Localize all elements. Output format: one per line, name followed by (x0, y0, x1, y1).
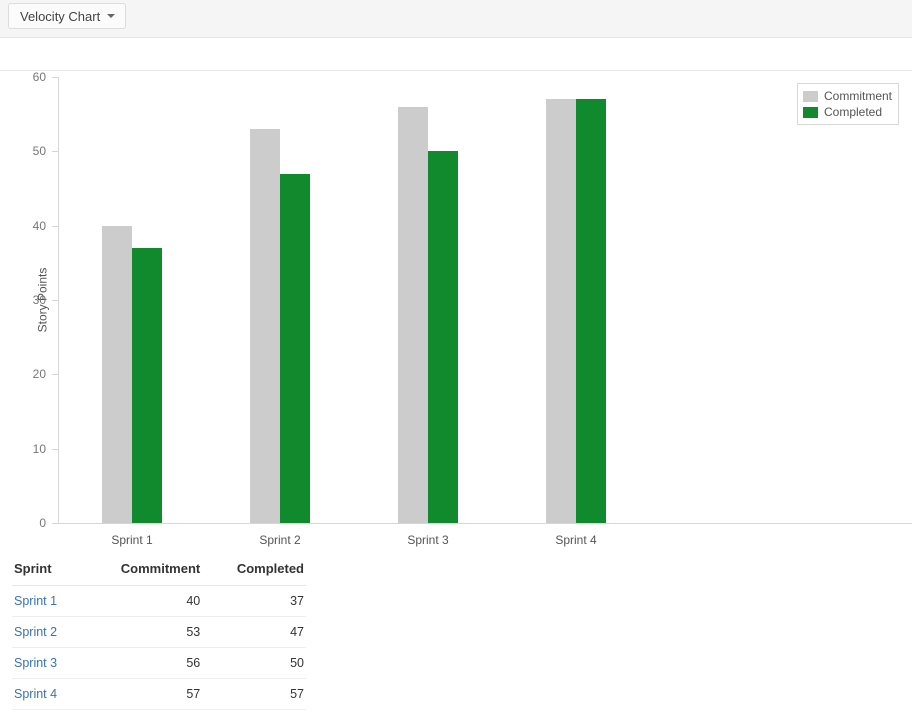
chart-legend: Commitment Completed (796, 83, 899, 125)
bar-group (398, 77, 458, 523)
x-tick-label: Sprint 4 (555, 533, 597, 547)
bar-commitment[interactable] (102, 225, 132, 523)
y-tick-label: 30 (32, 293, 46, 307)
bar-completed[interactable] (280, 173, 310, 523)
bar-commitment[interactable] (546, 99, 576, 523)
table-row: Sprint 2 53 47 (12, 616, 306, 648)
cell-sprint: Sprint 3 (12, 647, 81, 679)
table-row: Sprint 1 40 37 (12, 585, 306, 617)
cell-commitment: 40 (80, 585, 203, 617)
bar-group (250, 77, 310, 523)
chart-top-divider (0, 70, 912, 71)
cell-completed: 37 (202, 585, 306, 617)
y-tick-mark (52, 374, 58, 376)
bar-commitment[interactable] (250, 129, 280, 523)
x-tick-label: Sprint 3 (407, 533, 449, 547)
velocity-table: Sprint Commitment Completed Sprint 1 40 37… (12, 555, 306, 710)
y-axis-line (58, 77, 59, 523)
column-header-completed[interactable]: Completed (202, 555, 306, 586)
y-tick-label: 0 (39, 516, 46, 530)
cell-sprint: Sprint 1 (12, 585, 81, 617)
cell-commitment: 53 (80, 616, 203, 648)
bar-commitment[interactable] (398, 106, 428, 523)
table-row: Sprint 4 57 57 (12, 678, 306, 710)
y-tick-mark (52, 448, 58, 450)
chevron-down-icon (107, 14, 116, 18)
legend-swatch-icon (802, 90, 818, 102)
sprint-link[interactable]: Sprint 2 (14, 625, 57, 639)
cell-sprint: Sprint 4 (12, 678, 81, 710)
x-tick-label: Sprint 1 (111, 533, 153, 547)
cell-commitment: 56 (80, 647, 203, 679)
sprint-link[interactable]: Sprint 4 (14, 687, 57, 701)
column-header-sprint[interactable]: Sprint (12, 555, 81, 586)
chart-type-label: Velocity Chart (20, 8, 101, 24)
legend-label: Commitment (823, 89, 892, 103)
column-header-commitment[interactable]: Commitment (80, 555, 203, 586)
legend-item[interactable]: Commitment (802, 88, 892, 104)
top-toolbar: Velocity Chart (0, 0, 912, 38)
legend-item[interactable]: Completed (802, 104, 892, 120)
chart-plot-area: Story Points 0 10 20 30 40 50 60 Sprint 1 Sprin… (33, 71, 912, 547)
y-tick-mark (52, 77, 58, 78)
y-tick-mark (52, 523, 58, 524)
cell-completed: 50 (202, 647, 306, 679)
bar-completed[interactable] (428, 151, 458, 523)
cell-completed: 47 (202, 616, 306, 648)
y-tick-label: 20 (32, 367, 46, 382)
cell-sprint: Sprint 2 (12, 616, 81, 648)
y-tick-label: 60 (32, 70, 46, 84)
x-axis-line (58, 523, 912, 524)
y-tick-label: 50 (32, 144, 46, 159)
y-tick-mark (52, 300, 58, 301)
cell-completed: 57 (202, 678, 306, 710)
legend-swatch-icon (802, 106, 818, 118)
sprint-link[interactable]: Sprint 1 (14, 594, 57, 608)
table-header: Sprint Commitment Completed (12, 555, 306, 586)
x-tick-label: Sprint 2 (259, 533, 301, 547)
cell-commitment: 57 (80, 678, 203, 710)
legend-label: Completed (823, 105, 883, 119)
y-tick-mark (52, 151, 58, 153)
y-tick-mark (52, 225, 58, 227)
sprint-link[interactable]: Sprint 3 (14, 656, 57, 670)
table-body: Sprint 1 40 37 Sprint 2 53 47 Sprint 3 56 50 Spri… (12, 585, 306, 710)
chart-type-dropdown-button[interactable]: Velocity Chart (8, 3, 127, 29)
velocity-chart: Story Points 0 10 20 30 40 50 60 Sprint 1 Sprin… (0, 38, 912, 553)
y-tick-label: 40 (32, 218, 46, 233)
y-tick-label: 10 (32, 441, 46, 456)
bar-completed[interactable] (132, 247, 162, 523)
bar-group (546, 77, 606, 523)
table-row: Sprint 3 56 50 (12, 647, 306, 679)
bar-group (102, 77, 162, 523)
bar-completed[interactable] (576, 99, 606, 523)
table-header-row: Sprint Commitment Completed (12, 555, 306, 586)
